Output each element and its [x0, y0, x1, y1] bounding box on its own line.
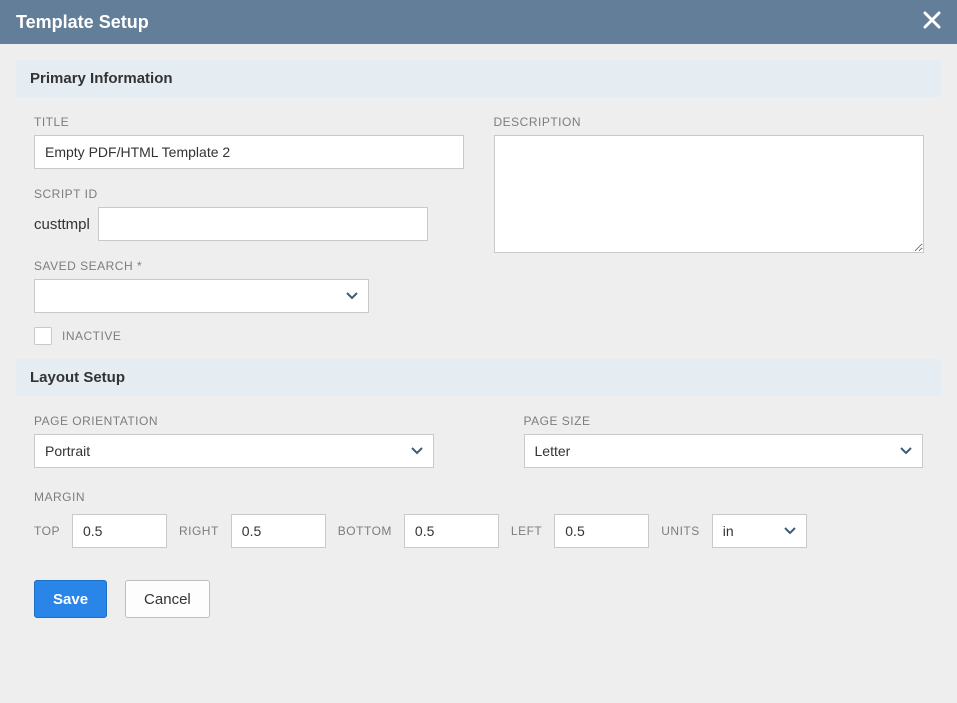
cancel-button[interactable]: Cancel — [125, 580, 210, 618]
script-id-prefix: custtmpl — [34, 216, 90, 233]
orientation-value: Portrait — [45, 443, 90, 459]
dialog-title: Template Setup — [16, 12, 149, 33]
inactive-label: INACTIVE — [62, 329, 121, 343]
close-icon[interactable] — [923, 11, 941, 33]
margin-top-input[interactable] — [72, 514, 167, 548]
dialog-titlebar: Template Setup — [0, 0, 957, 44]
chevron-down-icon — [346, 292, 358, 300]
margin-label: MARGIN — [34, 490, 923, 504]
orientation-select[interactable]: Portrait — [34, 434, 434, 468]
section-header-layout: Layout Setup — [16, 359, 941, 396]
script-id-input[interactable] — [98, 207, 428, 241]
chevron-down-icon — [411, 447, 423, 455]
page-size-value: Letter — [535, 443, 571, 459]
template-setup-dialog: Template Setup Primary Information TITLE… — [0, 0, 957, 703]
chevron-down-icon — [784, 527, 796, 535]
chevron-down-icon — [900, 447, 912, 455]
margin-top-label: TOP — [34, 524, 60, 538]
script-id-label: SCRIPT ID — [34, 187, 464, 201]
margin-units-value: in — [723, 523, 734, 539]
title-input[interactable] — [34, 135, 464, 169]
page-size-label: PAGE SIZE — [524, 414, 924, 428]
margin-left-input[interactable] — [554, 514, 649, 548]
margin-left-label: LEFT — [511, 524, 542, 538]
section-header-primary: Primary Information — [16, 60, 941, 97]
inactive-checkbox[interactable] — [34, 327, 52, 345]
title-label: TITLE — [34, 115, 464, 129]
save-button[interactable]: Save — [34, 580, 107, 618]
margin-right-label: RIGHT — [179, 524, 219, 538]
margin-right-input[interactable] — [231, 514, 326, 548]
page-size-select[interactable]: Letter — [524, 434, 924, 468]
orientation-label: PAGE ORIENTATION — [34, 414, 434, 428]
saved-search-label: SAVED SEARCH * — [34, 259, 464, 273]
description-label: DESCRIPTION — [494, 115, 924, 129]
margin-bottom-input[interactable] — [404, 514, 499, 548]
description-textarea[interactable] — [494, 135, 924, 253]
margin-bottom-label: BOTTOM — [338, 524, 392, 538]
margin-units-select[interactable]: in — [712, 514, 807, 548]
saved-search-select[interactable] — [34, 279, 369, 313]
margin-units-label: UNITS — [661, 524, 700, 538]
